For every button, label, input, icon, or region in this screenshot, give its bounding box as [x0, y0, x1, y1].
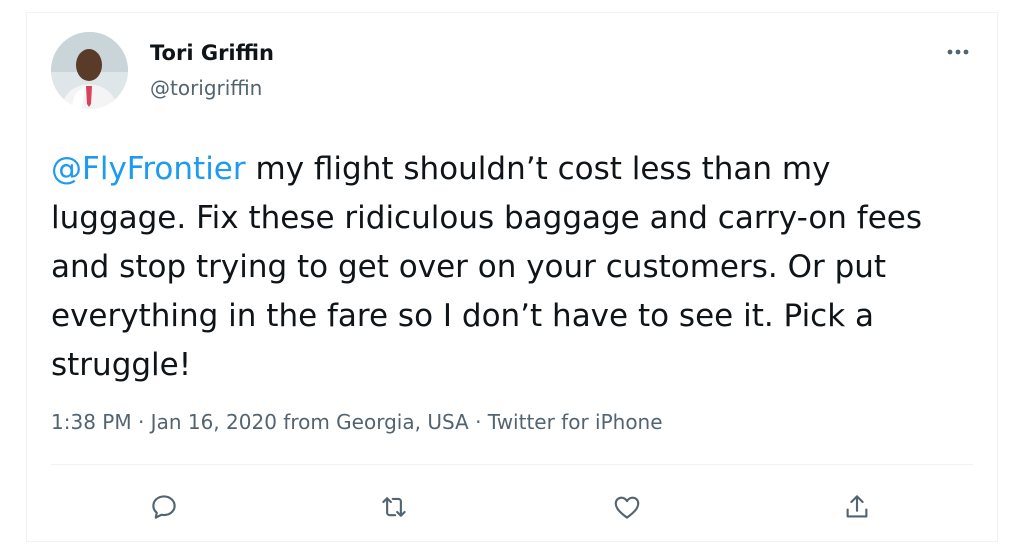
reply-icon[interactable]: [144, 487, 184, 527]
author-handle[interactable]: @torigriffin: [150, 76, 262, 100]
more-horizontal-icon[interactable]: [941, 41, 975, 63]
author-name[interactable]: Tori Griffin: [150, 41, 274, 65]
share-icon[interactable]: [837, 487, 877, 527]
mention-link[interactable]: @FlyFrontier: [51, 151, 246, 187]
separator: ·: [475, 410, 482, 434]
action-bar: [27, 481, 999, 531]
tweet-metadata: 1:38 PM · Jan 16, 2020 from Georgia, USA…: [51, 410, 663, 434]
tweet-location: from Georgia, USA: [283, 410, 469, 434]
like-icon[interactable]: [607, 487, 647, 527]
avatar[interactable]: [51, 32, 128, 109]
divider: [51, 464, 973, 465]
separator: ·: [137, 410, 145, 434]
tweet-card: Tori Griffin @torigriffin @FlyFrontier m…: [26, 12, 998, 542]
tweet-date[interactable]: Jan 16, 2020: [151, 410, 277, 434]
tweet-source[interactable]: Twitter for iPhone: [488, 410, 663, 434]
tweet-text: @FlyFrontier my flight shouldn’t cost le…: [51, 145, 961, 390]
tweet-time[interactable]: 1:38 PM: [51, 410, 132, 434]
retweet-icon[interactable]: [374, 487, 414, 527]
